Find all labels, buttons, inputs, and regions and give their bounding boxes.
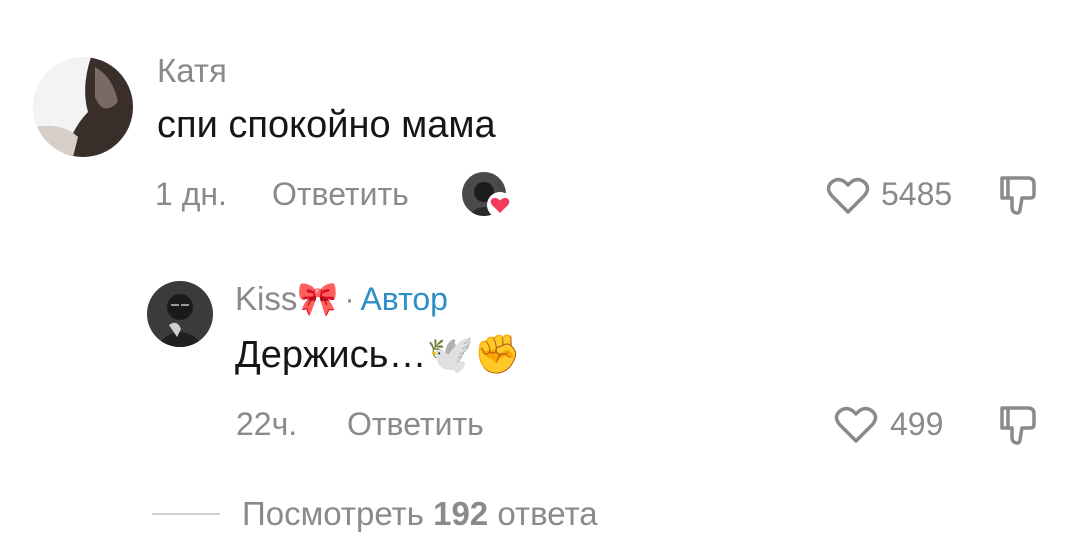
heart-badge-icon <box>487 192 513 218</box>
reply-reply-button[interactable]: Ответить <box>347 406 484 443</box>
comment-timestamp: 1 дн. <box>155 176 227 212</box>
view-replies-prefix: Посмотреть <box>242 495 424 532</box>
reply-author-name[interactable]: Kiss🎀 <box>235 280 338 319</box>
view-replies-suffix: ответа <box>497 495 598 532</box>
author-separator: · <box>344 282 355 316</box>
thumbs-down-icon[interactable] <box>998 174 1040 218</box>
commenter-avatar[interactable] <box>33 57 133 157</box>
reply-text: Держись…🕊️✊ <box>235 334 522 376</box>
view-replies-divider <box>152 513 220 515</box>
creator-liked-badge <box>462 172 514 220</box>
comment-text: спи спокойно мама <box>157 104 496 146</box>
view-replies-button[interactable]: Посмотреть 192 ответа <box>242 495 598 533</box>
reply-timestamp: 22ч. <box>236 406 298 442</box>
reply-thumbs-down-icon[interactable] <box>998 404 1040 448</box>
author-avatar[interactable] <box>147 281 213 347</box>
reply-button[interactable]: Ответить <box>272 176 409 213</box>
commenter-name[interactable]: Катя <box>157 52 227 90</box>
view-replies-count: 192 <box>433 495 489 532</box>
author-badge: Автор <box>360 281 448 317</box>
like-heart-icon[interactable] <box>826 176 870 216</box>
like-count: 5485 <box>881 176 953 212</box>
reply-author-row: Kiss🎀 · Автор <box>235 280 448 319</box>
reply-like-count: 499 <box>890 406 944 442</box>
reply-like-heart-icon[interactable] <box>834 405 878 445</box>
